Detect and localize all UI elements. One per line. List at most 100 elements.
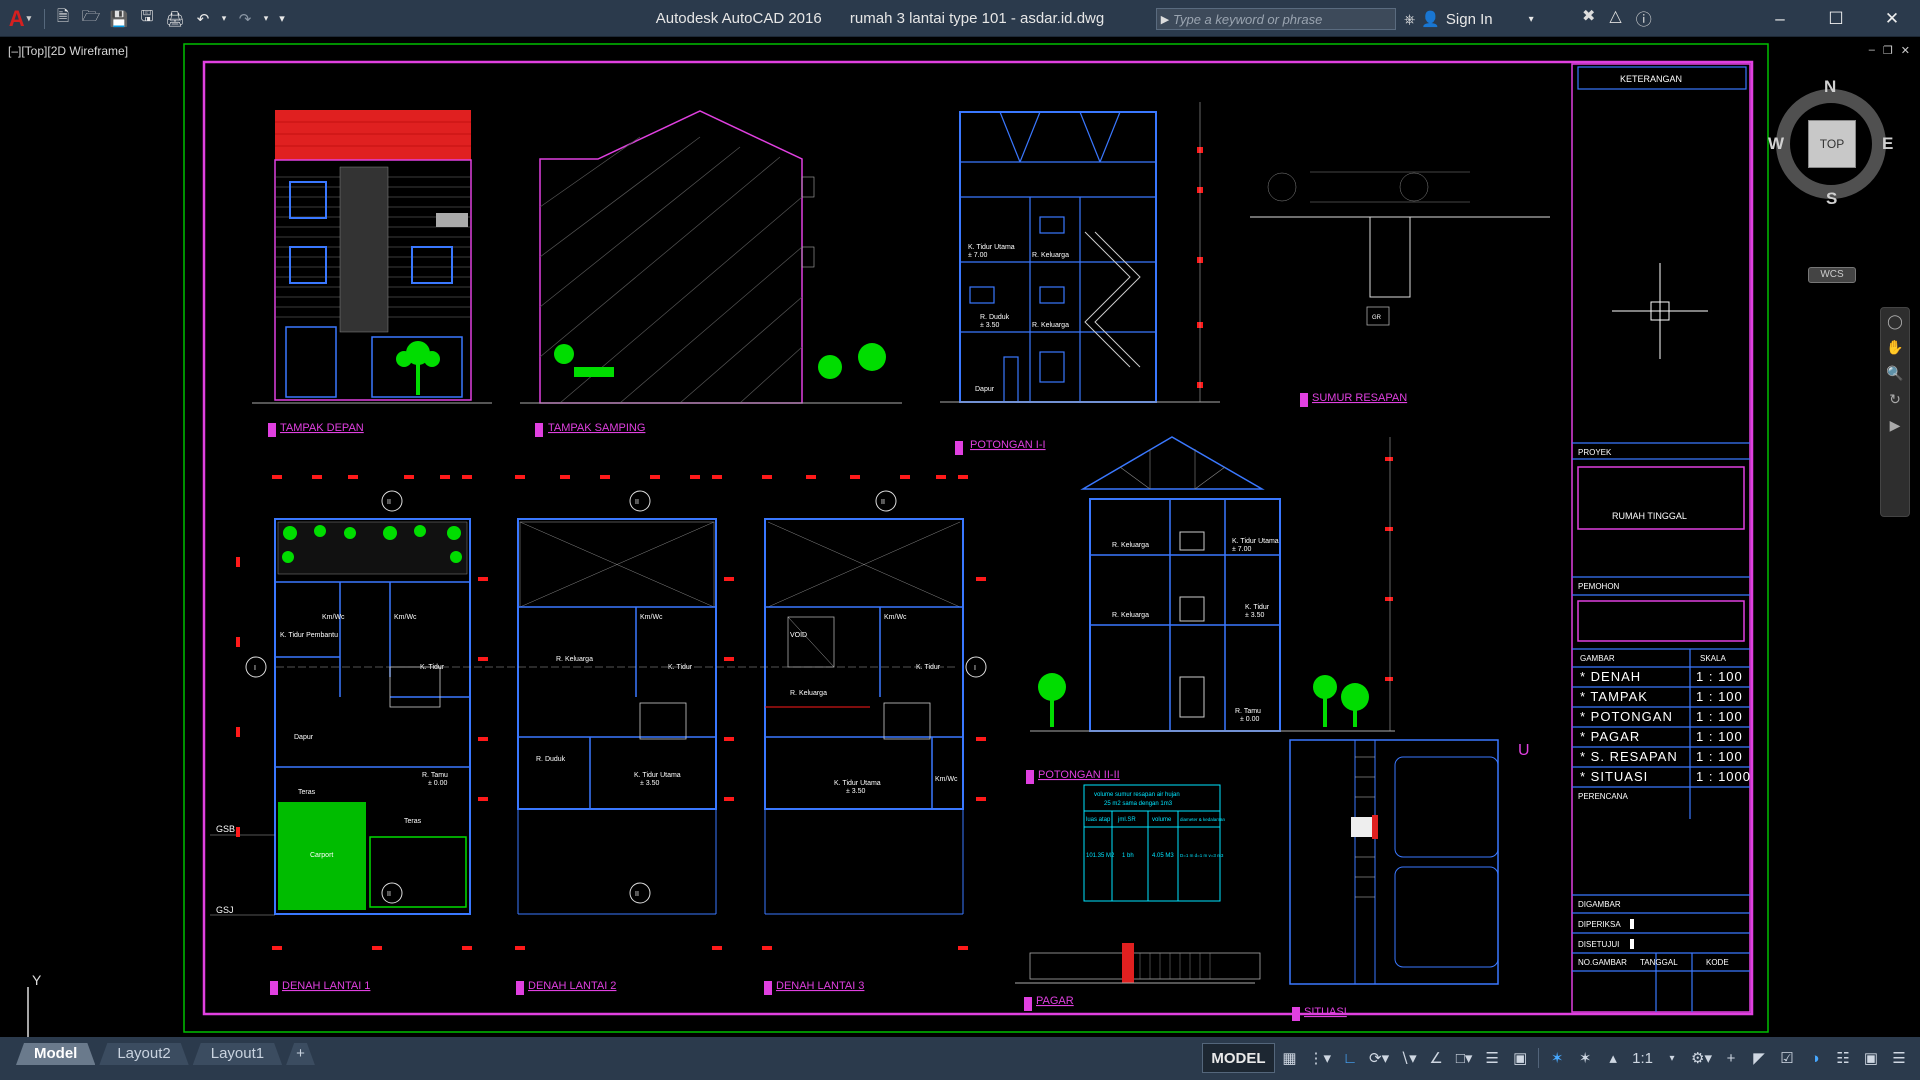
label-k-tidur-utama-pot2: K. Tidur Utama [1232,538,1279,545]
compass-east[interactable]: E [1882,134,1893,154]
label-void: VOID [790,632,807,639]
object-snap-icon[interactable]: □▾ [1451,1043,1477,1073]
minimize-button[interactable]: – [1752,0,1808,37]
showmotion-icon[interactable]: ▶ [1881,412,1909,438]
label-elev-350-pot1: ± 3.50 [980,322,1000,329]
tb-tanggal: TANGGAL [1640,958,1678,967]
a360-icon[interactable]: △ [1609,6,1621,30]
drawing-viewport[interactable]: K. Tidur Utama ± 7.00 R. Keluarga R. Dud… [0,37,1920,1037]
label-k-tidur-d2: K. Tidur [668,664,693,671]
ortho-icon[interactable]: ∟ [1337,1043,1363,1073]
orbit-icon[interactable]: ↻ [1881,386,1909,412]
units-icon[interactable]: ◤ [1746,1043,1772,1073]
tb-sheet-s-resapan: * S. RESAPAN [1580,749,1678,764]
search-expand-icon[interactable]: ▶ [1157,13,1173,26]
close-button[interactable]: ✕ [1864,0,1920,37]
viewcube[interactable]: TOP N S W E [1768,77,1896,227]
tb-no-gambar: NO.GAMBAR [1578,958,1627,967]
viewcube-top-face[interactable]: TOP [1808,120,1856,168]
open-icon[interactable]: 🗁 [77,5,105,33]
compass-north[interactable]: N [1824,77,1836,97]
label-gsj: GSJ [216,905,234,915]
hardware-acceleration-icon[interactable]: ☷ [1830,1043,1856,1073]
label-km-wc-d1b: Km/Wc [394,614,417,621]
annotation-monitor-icon[interactable]: + [1718,1043,1744,1073]
label-potongan-2: POTONGAN II-II [1038,769,1120,781]
polar-icon[interactable]: ⟳▾ [1365,1043,1393,1073]
annotation-scale-value[interactable]: 1:1 [1628,1043,1657,1073]
isometric-icon[interactable]: ∖▾ [1395,1043,1421,1073]
label-elev-350-pot2: ± 3.50 [1245,612,1265,619]
annotation-scale-icon[interactable]: ▴ [1600,1043,1626,1073]
viewport-minimize-icon[interactable]: – [1869,44,1875,57]
undo-dropdown-icon[interactable]: ▾ [217,5,231,33]
exchange-icon[interactable]: ✖ [1582,6,1595,30]
redo-icon[interactable]: ↷ [231,5,259,33]
object-snap-tracking-icon[interactable]: ∠ [1423,1043,1449,1073]
table-header-volume: volume [1152,817,1172,823]
situasi-view: U [1289,739,1530,985]
tb-scale-denah: 1 : 100 [1696,669,1743,684]
clean-screen-icon[interactable]: ▣ [1858,1043,1884,1073]
tb-scale-potongan: 1 : 100 [1696,709,1743,724]
undo-icon[interactable]: ↶ [189,5,217,33]
snap-icon[interactable]: ⋮▾ [1305,1043,1336,1073]
application-menu-button[interactable]: A ▾ [0,0,40,37]
scale-dropdown-icon[interactable]: ▾ [1659,1043,1685,1073]
steering-wheel-icon[interactable]: ◯ [1881,308,1909,334]
save-as-icon[interactable]: 🖫 [133,5,161,33]
workspace-gear-icon[interactable]: ⚙▾ [1687,1043,1716,1073]
print-icon[interactable]: 🖨 [161,5,189,33]
label-r-tamu-d1: R. Tamu [422,772,448,779]
search-input[interactable] [1173,11,1383,27]
redo-dropdown-icon[interactable]: ▾ [259,5,273,33]
tb-sheet-tampak: * TAMPAK [1580,689,1648,704]
label-r-keluarga-pot2b: R. Keluarga [1112,612,1149,619]
drawing-canvas[interactable]: K. Tidur Utama ± 7.00 R. Keluarga R. Dud… [0,37,1920,1037]
customize-icon[interactable]: ▾ [273,5,291,33]
customize-status-icon[interactable]: ☰ [1886,1043,1912,1073]
north-arrow-icon: U [1518,742,1530,759]
pan-icon[interactable]: ✋ [1881,334,1909,360]
compass-west[interactable]: W [1768,134,1784,154]
annotation-visibility-icon[interactable]: ✶ [1544,1043,1570,1073]
transparency-icon[interactable]: ▣ [1507,1043,1533,1073]
viewport-restore-icon[interactable]: ❐ [1883,44,1893,57]
volume-table: volume sumur resapan air hujan 25 m2 sam… [1083,784,1226,902]
model-space-button[interactable]: MODEL [1202,1043,1275,1073]
new-icon[interactable]: 🗎 [49,5,77,33]
lineweight-icon[interactable]: ☰ [1479,1043,1505,1073]
binoculars-icon[interactable]: ⎈ [1404,11,1415,28]
table-header-luas: luas atap [1086,817,1111,823]
search-box[interactable]: ▶ [1156,8,1396,30]
ucs-icon: Y X [27,973,42,1037]
sign-in-button[interactable]: ⎈ 👤 Sign In ▾ [1404,8,1534,30]
add-layout-button[interactable]: + [286,1043,315,1065]
maximize-button[interactable]: ☐ [1808,0,1864,37]
save-icon[interactable]: 💾 [105,5,133,33]
title-block: KETERANGAN PROYEK RUMAH TINGGAL PEMOHON … [1571,63,1751,1013]
tb-digambar: DIGAMBAR [1578,900,1621,909]
label-elev-700: ± 7.00 [968,252,988,259]
viewport-window-controls: – ❐ ✕ [1869,44,1910,57]
viewport-controls-label[interactable]: [–][Top][2D Wireframe] [8,44,128,58]
compass-south[interactable]: S [1826,189,1837,209]
isolate-objects-icon[interactable]: ◑ [1802,1043,1828,1073]
label-k-tidur-utama-d3: K. Tidur Utama [834,780,881,787]
label-r-keluarga-pot1b: R. Keluarga [1032,322,1069,329]
label-k-tidur-utama: K. Tidur Utama [968,244,1015,251]
tab-layout1[interactable]: Layout1 [193,1043,282,1065]
zoom-icon[interactable]: 🔍 [1881,360,1909,386]
label-r-keluarga-pot2a: R. Keluarga [1112,542,1149,549]
help-icon[interactable]: ⓘ [1636,6,1652,30]
tab-layout2[interactable]: Layout2 [99,1043,188,1065]
tb-sheet-situasi: * SITUASI [1580,769,1648,784]
tab-model[interactable]: Model [16,1043,95,1065]
grid-icon[interactable]: ▦ [1277,1043,1303,1073]
auto-scale-icon[interactable]: ✶ [1572,1043,1598,1073]
wcs-menu-button[interactable]: WCS [1808,267,1856,283]
label-gsb: GSB [216,824,235,834]
quick-properties-icon[interactable]: ☑ [1774,1043,1800,1073]
tampak-depan-view [252,110,492,404]
viewport-close-icon[interactable]: ✕ [1901,44,1910,57]
